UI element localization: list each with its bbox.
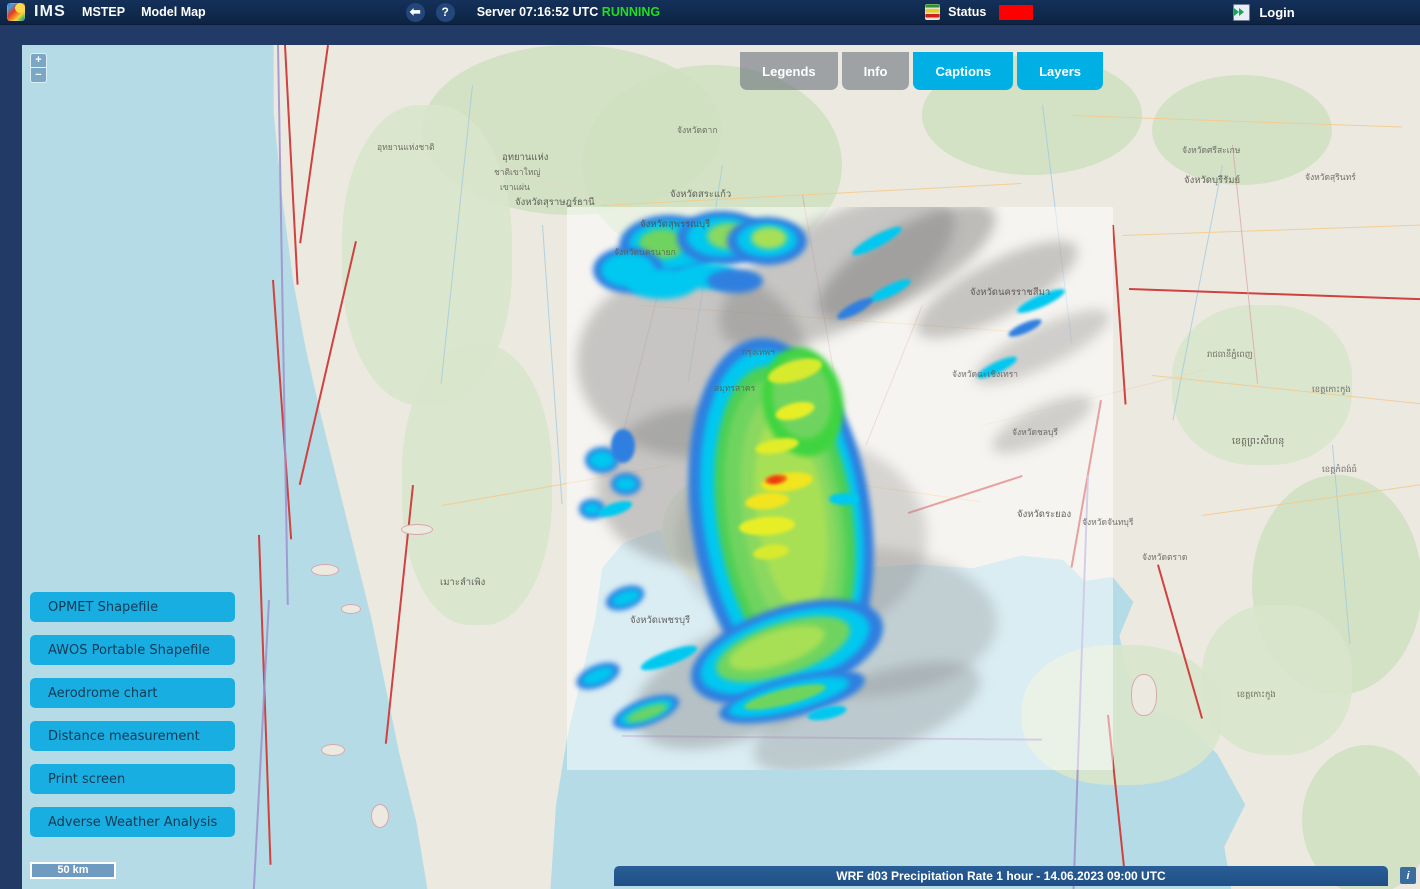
back-arrow-icon[interactable]: ⬅: [405, 2, 425, 22]
info-icon[interactable]: i: [1400, 867, 1416, 884]
login-button[interactable]: Login: [1233, 3, 1295, 21]
zoom-control[interactable]: + −: [31, 54, 46, 82]
terrain-patch: [1172, 305, 1352, 465]
login-label: Login: [1259, 4, 1295, 20]
terrain-patch: [1202, 605, 1352, 755]
map-tab-info[interactable]: Info: [841, 52, 910, 90]
status-label: Status: [948, 5, 987, 19]
island: [372, 805, 388, 827]
map-tab-captions[interactable]: Captions: [913, 52, 1014, 90]
tool-distance-measurement[interactable]: Distance measurement: [30, 721, 236, 751]
server-clock-text: Server 07:16:52 UTC: [476, 5, 599, 19]
status-group: Status: [925, 4, 1034, 20]
zoom-out-button[interactable]: −: [31, 68, 46, 82]
brand-title: IMS: [34, 3, 67, 20]
server-clock: Server 07:16:52 UTC RUNNING: [477, 5, 660, 19]
map-tab-bar: Legends Info Captions Layers: [740, 52, 1103, 90]
question-mark-icon[interactable]: ?: [435, 2, 455, 22]
tool-print-screen[interactable]: Print screen: [30, 764, 236, 794]
map-caption-bar: WRF d03 Precipitation Rate 1 hour - 14.0…: [614, 866, 1388, 886]
tool-adverse-weather-analysis[interactable]: Adverse Weather Analysis: [30, 807, 236, 837]
island: [312, 565, 338, 575]
login-arrow-icon: [1233, 3, 1251, 21]
map-tab-legends[interactable]: Legends: [740, 52, 838, 90]
tool-awos-portable-shapefile[interactable]: AWOS Portable Shapefile: [30, 635, 236, 665]
nav-mstep[interactable]: MSTEP: [82, 5, 125, 19]
zoom-in-button[interactable]: +: [31, 54, 46, 68]
island: [322, 745, 344, 755]
nav-model-map[interactable]: Model Map: [141, 5, 206, 19]
island: [402, 525, 432, 534]
map-canvas[interactable]: อุทยานแห่ง ชาติเขาใหญ่ เขาแผ่น จังหวัดสุพรร…: [22, 45, 1420, 889]
app-header: IMS MSTEP Model Map ⬅ ? Server 07:16:52 …: [0, 0, 1420, 25]
island: [1132, 675, 1156, 715]
terrain-patch: [1152, 75, 1332, 185]
tool-aerodrome-chart[interactable]: Aerodrome chart: [30, 678, 236, 708]
status-badge[interactable]: [999, 4, 1034, 20]
tool-opmet-shapefile[interactable]: OPMET Shapefile: [30, 592, 236, 622]
server-stack-icon: [925, 4, 941, 20]
map-tool-panel: OPMET Shapefile AWOS Portable Shapefile …: [30, 592, 236, 837]
map-tab-layers[interactable]: Layers: [1017, 52, 1103, 90]
server-status-text: RUNNING: [601, 5, 661, 19]
island: [342, 605, 360, 613]
wrf-precipitation-overlay: [567, 207, 1113, 770]
terrain-patch: [402, 345, 552, 625]
ims-logo-icon: [7, 3, 25, 21]
map-scale-bar[interactable]: 50 km: [30, 862, 116, 879]
